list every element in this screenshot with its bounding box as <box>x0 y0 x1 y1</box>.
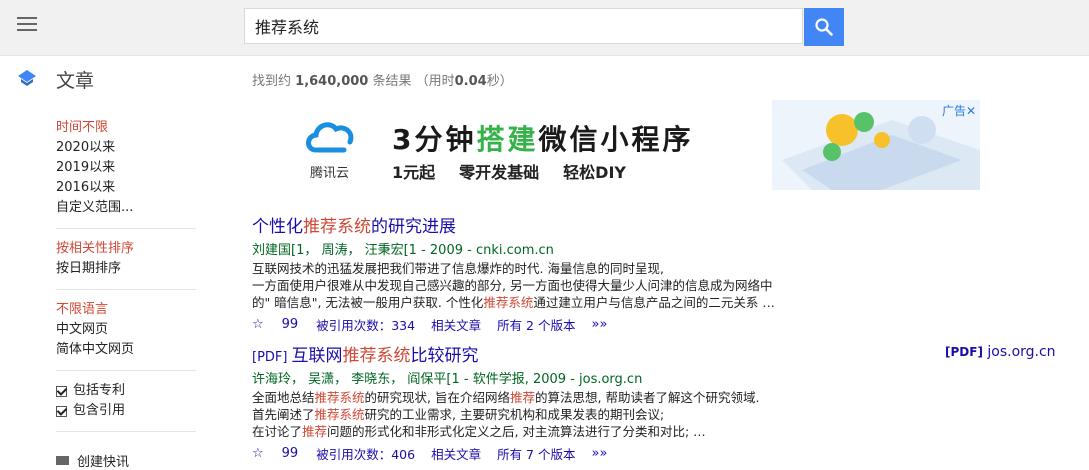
checkbox-checked-icon <box>56 405 67 417</box>
top-bar <box>0 0 1089 56</box>
ad-banner[interactable]: 腾讯云 3分钟搭建微信小程序 1元起 零开发基础 轻松DIY 广告✕ <box>252 100 980 190</box>
search-button[interactable] <box>804 8 844 46</box>
side-pdf-link[interactable]: [PDF] jos.org.cn <box>945 344 1056 360</box>
search-input[interactable] <box>244 8 803 44</box>
checkbox-checked-icon <box>56 385 67 397</box>
include-citations-checkbox[interactable]: 包含引用 <box>56 401 196 421</box>
all-versions-link[interactable]: 所有 7 个版本 <box>497 444 575 463</box>
cited-by-link[interactable]: 被引用次数：334 <box>316 315 415 334</box>
related-articles-link[interactable]: 相关文章 <box>431 315 481 334</box>
more-chevron-icon[interactable]: »» <box>591 317 607 332</box>
lang-chinese-pages[interactable]: 中文网页 <box>56 320 196 340</box>
divider <box>56 370 196 371</box>
divider <box>56 431 196 432</box>
tencent-cloud-logo-icon <box>306 122 354 153</box>
ad-logo-text: 腾讯云 <box>310 166 350 181</box>
result-authors: 刘建国[1， 周涛， 汪秉宏[1 - 2009 - cnki.com.cn <box>252 243 554 258</box>
related-articles-link[interactable]: 相关文章 <box>431 444 481 463</box>
cite-quote-icon[interactable]: 99 <box>282 317 299 332</box>
search-result: [PDF] 互联网推荐系统比较研究 许海玲， 吴潇， 李晓东， 阎保平[1 - 软… <box>252 341 812 463</box>
cited-by-link[interactable]: 被引用次数：406 <box>316 444 415 463</box>
filter-custom-range[interactable]: 自定义范围... <box>56 198 196 218</box>
result-actions: ☆ 99 被引用次数：334 相关文章 所有 2 个版本 »» <box>252 315 812 334</box>
divider <box>56 228 196 229</box>
page-title: 文章 <box>56 70 95 92</box>
result-actions: ☆ 99 被引用次数：406 相关文章 所有 7 个版本 »» <box>252 444 812 463</box>
divider <box>56 289 196 290</box>
sort-by-relevance[interactable]: 按相关性排序 <box>56 239 196 259</box>
search-icon <box>815 18 833 36</box>
all-versions-link[interactable]: 所有 2 个版本 <box>497 315 575 334</box>
ad-headline: 3分钟搭建微信小程序 <box>392 123 694 156</box>
sidebar: 时间不限 2020以来 2019以来 2016以来 自定义范围... 按相关性排… <box>56 118 196 442</box>
filter-since-2016[interactable]: 2016以来 <box>56 178 196 198</box>
filter-any-time[interactable]: 时间不限 <box>56 118 196 138</box>
result-authors: 许海玲， 吴潇， 李晓东， 阎保平[1 - 软件学报, 2009 - jos.o… <box>252 372 643 387</box>
lang-simplified-chinese[interactable]: 简体中文网页 <box>56 340 196 360</box>
scholar-logo-icon <box>18 70 36 86</box>
save-star-icon[interactable]: ☆ <box>252 317 264 332</box>
result-stats: 找到约 1,640,000 条结果 （用时0.04秒） <box>252 74 513 89</box>
create-alert-link[interactable]: 创建快讯 <box>56 451 129 470</box>
lang-any[interactable]: 不限语言 <box>56 300 196 320</box>
sort-by-date[interactable]: 按日期排序 <box>56 259 196 279</box>
result-title-link[interactable]: [PDF] 互联网推荐系统比较研究 <box>252 341 812 366</box>
result-snippet: 全面地总结推荐系统的研究现状, 旨在介绍网络推荐的算法思想, 帮助读者了解这个研… <box>252 390 760 439</box>
ad-subline: 1元起 零开发基础 轻松DIY <box>392 163 626 182</box>
filter-since-2020[interactable]: 2020以来 <box>56 138 196 158</box>
hamburger-menu-icon[interactable] <box>17 17 37 33</box>
mail-icon <box>56 456 69 465</box>
filter-since-2019[interactable]: 2019以来 <box>56 158 196 178</box>
ad-label-close[interactable]: 广告✕ <box>942 102 976 119</box>
include-patents-checkbox[interactable]: 包括专利 <box>56 381 196 401</box>
result-title-link[interactable]: 个性化推荐系统的研究进展 <box>252 212 812 237</box>
result-snippet: 互联网技术的迅猛发展把我们带进了信息爆炸的时代. 海量信息的同时呈现, 一方面使… <box>252 261 775 310</box>
search-result: 个性化推荐系统的研究进展 刘建国[1， 周涛， 汪秉宏[1 - 2009 - c… <box>252 212 812 334</box>
